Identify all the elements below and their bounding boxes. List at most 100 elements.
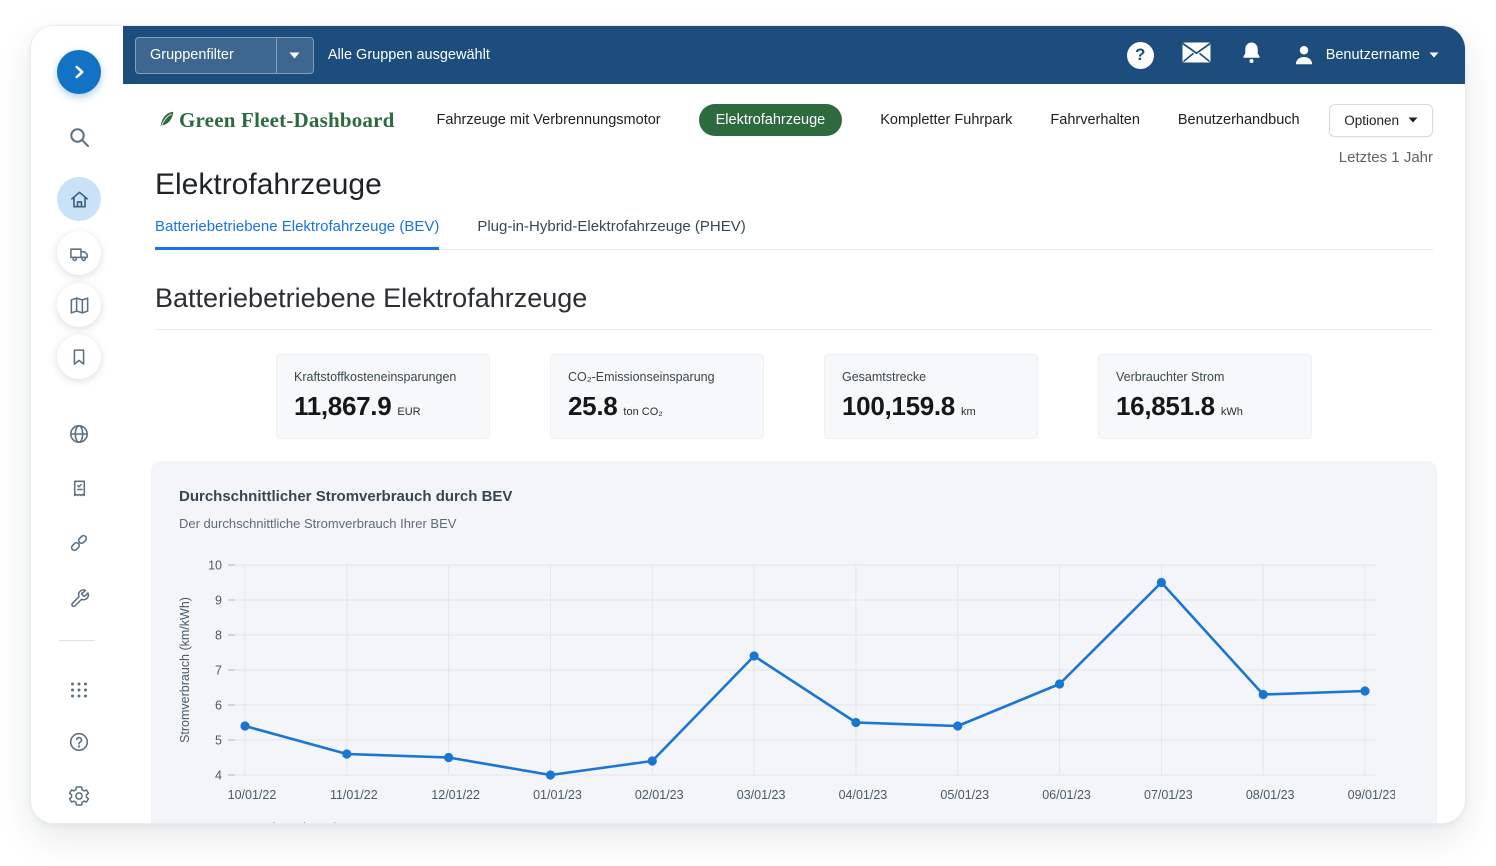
subtabs: Batteriebetriebene Elektrofahrzeuge (BEV…	[155, 218, 1433, 250]
content: Green Fleet-Dashboard Fahrzeuge mit Verb…	[123, 100, 1465, 824]
help-glyph: ?	[1135, 45, 1145, 65]
svg-text:02/01/23: 02/01/23	[635, 788, 684, 802]
gear-icon	[67, 784, 91, 808]
brand-logo[interactable]: Green Fleet-Dashboard	[155, 108, 395, 133]
sidebar	[31, 26, 123, 823]
options-button[interactable]: Optionen	[1329, 104, 1433, 137]
chart-panel: Durchschnittlicher Stromverbrauch durch …	[151, 461, 1437, 824]
sidebar-item-vehicles[interactable]	[57, 231, 101, 275]
sidebar-expand-button[interactable]	[57, 50, 101, 94]
chevron-right-icon	[68, 61, 90, 83]
sidebar-item-apps[interactable]	[57, 668, 101, 712]
sidebar-divider	[59, 640, 95, 641]
tab-benutzerhandbuch[interactable]: Benutzerhandbuch	[1178, 104, 1300, 136]
caret-down-icon	[1408, 117, 1418, 123]
line-chart: 4567891010/01/2211/01/2212/01/2201/01/23…	[179, 545, 1409, 818]
svg-text:06/01/23: 06/01/23	[1042, 788, 1091, 802]
brand-title: Green Fleet-Dashboard	[179, 108, 395, 133]
kpi-label: Gesamtstrecke	[842, 370, 1020, 384]
link-icon	[67, 531, 91, 555]
receipt-icon	[68, 477, 91, 500]
group-filter-dropdown[interactable]: Gruppenfilter	[135, 37, 314, 74]
bell-icon	[1239, 40, 1264, 66]
kpi-value: 11,867.9	[294, 391, 391, 422]
group-filter-status: Alle Gruppen ausgewählt	[328, 47, 490, 63]
svg-text:8: 8	[215, 629, 222, 643]
leaf-icon	[155, 108, 177, 132]
svg-text:Stromverbrauch (km/kWh): Stromverbrauch (km/kWh)	[179, 597, 192, 743]
truck-icon	[68, 242, 91, 265]
svg-text:04/01/23: 04/01/23	[839, 788, 888, 802]
bookmark-icon	[68, 346, 90, 368]
mail-envelope-icon	[1181, 41, 1212, 64]
wrench-icon	[68, 587, 91, 610]
app-window: Gruppenfilter Alle Gruppen ausgewählt ? …	[30, 25, 1466, 824]
kpi-card-energy-consumed: Verbrauchter Strom 16,851.8 kWh	[1098, 354, 1312, 439]
svg-text:5: 5	[215, 734, 222, 748]
sidebar-item-bookmark[interactable]	[57, 335, 101, 379]
topbar: Gruppenfilter Alle Gruppen ausgewählt ? …	[123, 26, 1465, 84]
svg-text:01/01/23: 01/01/23	[533, 788, 582, 802]
svg-text:07/01/23: 07/01/23	[1144, 788, 1193, 802]
sidebar-item-search[interactable]	[57, 115, 101, 159]
kpi-card-total-distance: Gesamtstrecke 100,159.8 km	[824, 354, 1038, 439]
kpi-card-co2-savings: CO₂-Emissionseinsparung 25.8ton CO₂	[550, 354, 764, 439]
section-title: Batteriebetriebene Elektrofahrzeuge	[155, 283, 1433, 314]
kpi-value: 100,159.8	[842, 391, 955, 422]
caret-down-icon	[1429, 52, 1439, 58]
sidebar-item-report[interactable]	[57, 466, 101, 510]
caret-down-icon[interactable]	[276, 38, 313, 73]
primary-nav: Green Fleet-Dashboard Fahrzeuge mit Verb…	[155, 100, 1433, 140]
sidebar-item-link[interactable]	[57, 521, 101, 565]
username-label: Benutzername	[1326, 47, 1420, 63]
nav-tabs: Fahrzeuge mit Verbrennungsmotor Elektrof…	[437, 104, 1300, 136]
map-icon	[68, 294, 91, 317]
user-menu[interactable]: Benutzername	[1291, 42, 1439, 68]
tab-verbrennungsmotor[interactable]: Fahrzeuge mit Verbrennungsmotor	[437, 104, 661, 136]
sidebar-item-help[interactable]	[57, 720, 101, 764]
subtab-bev[interactable]: Batteriebetriebene Elektrofahrzeuge (BEV…	[155, 218, 439, 250]
sidebar-item-globe[interactable]	[57, 412, 101, 456]
kpi-unit: km	[961, 406, 976, 418]
chart-subtitle: Der durchschnittliche Stromverbrauch Ihr…	[179, 516, 1409, 531]
help-button[interactable]: ?	[1127, 42, 1154, 69]
svg-text:10/01/22: 10/01/22	[228, 788, 277, 802]
chart-legend: Ihr Fuhrpark	[225, 820, 1409, 824]
options-label: Optionen	[1344, 113, 1399, 128]
subtab-phev[interactable]: Plug-in-Hybrid-Elektrofahrzeuge (PHEV)	[477, 218, 745, 250]
mail-button[interactable]	[1181, 41, 1212, 69]
svg-text:9: 9	[215, 594, 222, 608]
svg-text:4: 4	[215, 769, 222, 783]
kpi-label: Verbrauchter Strom	[1116, 370, 1294, 384]
topbar-actions: ? Benutzername	[1127, 40, 1439, 71]
sidebar-item-home[interactable]	[57, 177, 101, 221]
legend-label: Ihr Fuhrpark	[269, 820, 340, 824]
section-divider	[155, 329, 1433, 330]
main-area: Gruppenfilter Alle Gruppen ausgewählt ? …	[123, 26, 1465, 823]
tab-fahrverhalten[interactable]: Fahrverhalten	[1050, 104, 1139, 136]
svg-text:10: 10	[208, 559, 222, 573]
kpi-label: CO₂-Emissionseinsparung	[568, 370, 746, 384]
svg-text:7: 7	[215, 664, 222, 678]
group-filter-label: Gruppenfilter	[136, 38, 276, 73]
home-icon	[68, 188, 91, 211]
search-icon	[67, 125, 91, 149]
user-avatar-icon	[1291, 42, 1317, 68]
sidebar-item-map[interactable]	[57, 283, 101, 327]
sidebar-item-tools[interactable]	[57, 576, 101, 620]
svg-text:08/01/23: 08/01/23	[1246, 788, 1295, 802]
help-circle-icon	[67, 730, 91, 754]
svg-text:09/01/23: 09/01/23	[1348, 788, 1395, 802]
tab-kompletter-fuhrpark[interactable]: Kompletter Fuhrpark	[880, 104, 1012, 136]
tab-elektrofahrzeuge[interactable]: Elektrofahrzeuge	[699, 104, 843, 136]
notifications-button[interactable]	[1239, 40, 1264, 71]
globe-icon	[67, 422, 91, 446]
apps-grid-icon	[67, 678, 91, 702]
kpi-unit: ton CO₂	[623, 406, 662, 418]
kpi-unit: EUR	[397, 406, 420, 418]
sidebar-item-settings[interactable]	[57, 774, 101, 818]
kpi-label: Kraftstoffkosteneinsparungen	[294, 370, 472, 384]
kpi-value: 16,851.8	[1116, 391, 1215, 422]
chart-svg: 4567891010/01/2211/01/2212/01/2201/01/23…	[179, 545, 1395, 813]
kpi-unit: kWh	[1221, 406, 1243, 418]
